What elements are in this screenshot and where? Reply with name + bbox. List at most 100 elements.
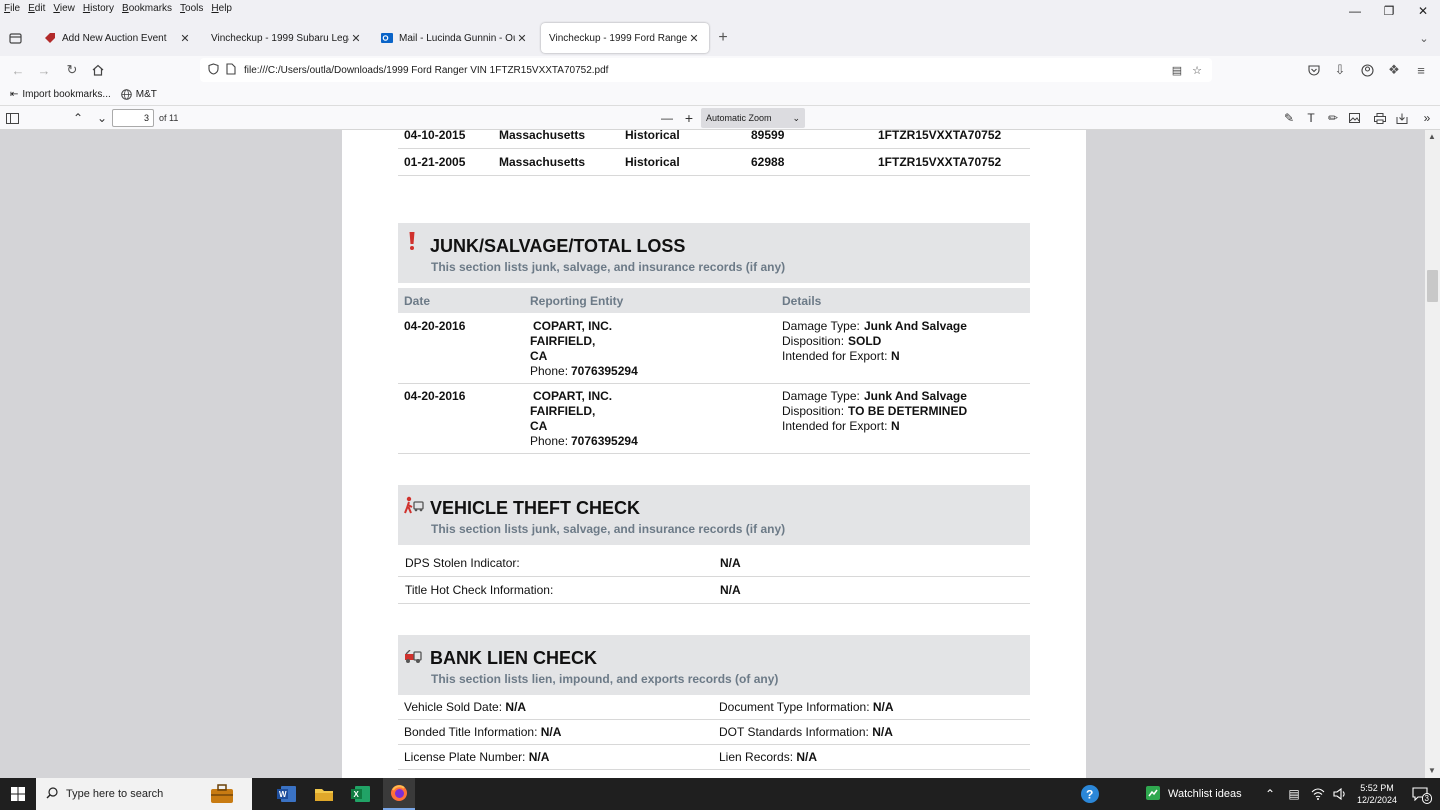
entity-name: COPART, INC.: [533, 389, 613, 403]
firefox-icon[interactable]: [383, 778, 415, 810]
close-icon[interactable]: ✕: [687, 32, 701, 45]
save-icon[interactable]: [1395, 109, 1409, 127]
zoom-in-icon[interactable]: +: [682, 109, 696, 127]
scroll-down-icon[interactable]: ▼: [1428, 766, 1436, 775]
info-value: N/A: [540, 725, 562, 739]
notifications-icon[interactable]: 3: [1406, 782, 1434, 806]
menu-file[interactable]: File: [0, 3, 24, 14]
new-tab-icon[interactable]: +: [713, 28, 733, 48]
vertical-scrollbar[interactable]: ▲ ▼: [1425, 130, 1440, 778]
url-bar[interactable]: file:///C:/Users/outla/Downloads/1999 Fo…: [200, 58, 1212, 82]
draw-icon[interactable]: ✏: [1326, 109, 1340, 127]
reader-view-icon[interactable]: ▤: [1168, 64, 1186, 77]
windows-start-icon[interactable]: [4, 782, 32, 806]
section-title: JUNK/SALVAGE/TOTAL LOSS: [430, 236, 686, 256]
info-value: N/A: [505, 700, 527, 714]
menu-icon[interactable]: ≡: [1411, 60, 1431, 80]
shield-icon[interactable]: [204, 62, 222, 78]
lien-row-right: DOT Standards Information: N/A: [719, 725, 893, 740]
svg-text:?: ?: [1086, 788, 1093, 802]
history-type: Historical: [625, 155, 680, 169]
page-number-input[interactable]: 3: [112, 109, 154, 127]
info-value: N/A: [872, 700, 894, 714]
tab-add-auction[interactable]: Add New Auction Event ✕: [36, 23, 200, 53]
volume-icon[interactable]: [1326, 782, 1354, 806]
tab-subaru[interactable]: Vincheckup - 1999 Subaru Legacy V ✕: [203, 23, 371, 53]
svg-text:W: W: [279, 790, 287, 799]
extensions-icon[interactable]: ❖: [1384, 60, 1404, 80]
word-icon[interactable]: W: [273, 782, 301, 806]
account-icon[interactable]: [1357, 60, 1377, 80]
zoom-out-icon[interactable]: —: [660, 109, 674, 127]
image-icon[interactable]: [1347, 109, 1361, 127]
clock-time: 5:52 PM: [1360, 783, 1394, 793]
scroll-thumb[interactable]: [1427, 270, 1438, 302]
sidebar-toggle-icon[interactable]: [4, 109, 20, 127]
home-icon[interactable]: [88, 60, 108, 80]
previous-page-icon[interactable]: ⌃: [70, 109, 86, 127]
menu-tools[interactable]: Tools: [176, 3, 207, 14]
history-vin: 1FTZR15VXXTA70752: [878, 155, 1002, 169]
download-icon[interactable]: ⇩: [1330, 60, 1350, 80]
history-type: Historical: [625, 130, 680, 142]
excel-icon[interactable]: X: [347, 782, 375, 806]
bookmark-mt[interactable]: M&T: [120, 89, 157, 100]
history-odometer: 62988: [751, 155, 785, 169]
tab-strip: Add New Auction Event ✕ Vincheckup - 199…: [0, 16, 1440, 56]
tab-title: Add New Auction Event: [62, 32, 167, 44]
next-page-icon[interactable]: ⌄: [94, 109, 110, 127]
info-label: License Plate Number:: [404, 750, 526, 764]
pocket-icon[interactable]: [1304, 60, 1324, 80]
svg-text:X: X: [354, 790, 360, 799]
scroll-up-icon[interactable]: ▲: [1428, 132, 1436, 141]
divider: [398, 719, 1030, 720]
help-icon[interactable]: ?: [1076, 782, 1104, 806]
clock[interactable]: 5:52 PM 12/2/2024: [1352, 782, 1402, 806]
close-icon[interactable]: ✕: [515, 32, 529, 45]
lien-row-right: Document Type Information: N/A: [719, 700, 894, 715]
export-value: N: [891, 419, 900, 433]
highlight-icon[interactable]: ✎: [1282, 109, 1296, 127]
tab-ford-ranger[interactable]: Vincheckup - 1999 Ford Ranger VIN ✕: [541, 23, 709, 53]
file-explorer-icon[interactable]: [310, 782, 338, 806]
reload-icon[interactable]: ↻: [62, 60, 82, 80]
back-icon[interactable]: ←: [8, 60, 28, 80]
section-subtitle: This section lists junk, salvage, and in…: [431, 522, 786, 536]
history-state: Massachusetts: [499, 130, 586, 142]
taskbar-search[interactable]: Type here to search: [36, 778, 252, 810]
entity-city: FAIRFIELD,: [530, 334, 596, 348]
close-icon[interactable]: ✕: [349, 32, 363, 45]
url-text[interactable]: file:///C:/Users/outla/Downloads/1999 Fo…: [244, 65, 608, 76]
menu-history[interactable]: History: [79, 3, 118, 14]
bookmark-import[interactable]: ⇤ Import bookmarks...: [10, 89, 111, 100]
pdf-viewer[interactable]: 04-10-2015 Massachusetts Historical 8959…: [0, 130, 1425, 778]
forward-icon[interactable]: →: [34, 60, 54, 80]
weather-widget[interactable]: Watchlist ideas: [1146, 782, 1256, 806]
damage-value: Junk And Salvage: [864, 389, 967, 403]
exclamation-icon: [408, 231, 416, 254]
weather-text: Watchlist ideas: [1168, 788, 1242, 800]
star-icon[interactable]: ☆: [1188, 64, 1206, 77]
info-value: N/A: [720, 583, 741, 597]
print-icon[interactable]: [1373, 109, 1387, 127]
menu-help[interactable]: Help: [207, 3, 236, 14]
tab-list-icon[interactable]: [5, 28, 25, 48]
zoom-select[interactable]: Automatic Zoom ⌄: [701, 108, 805, 128]
info-label: Vehicle Sold Date:: [404, 700, 503, 714]
entity-state: CA: [530, 349, 548, 363]
divider: [398, 383, 1030, 384]
menu-bookmarks[interactable]: Bookmarks: [118, 3, 176, 14]
notification-badge: 3: [1421, 793, 1432, 804]
history-date: 01-21-2005: [404, 155, 466, 169]
menu-view[interactable]: View: [49, 3, 79, 14]
tab-outlook[interactable]: Mail - Lucinda Gunnin - Outloo ✕: [373, 23, 537, 53]
text-icon[interactable]: T: [1304, 109, 1318, 127]
section-title: VEHICLE THEFT CHECK: [430, 498, 641, 518]
entity-state: CA: [530, 419, 548, 433]
briefcase-icon: [210, 784, 234, 807]
menu-edit[interactable]: Edit: [24, 3, 49, 14]
divider: [398, 576, 1030, 577]
close-icon[interactable]: ✕: [178, 32, 192, 45]
chevron-down-icon[interactable]: ⌄: [1414, 28, 1434, 48]
more-tools-icon[interactable]: »: [1420, 109, 1434, 127]
